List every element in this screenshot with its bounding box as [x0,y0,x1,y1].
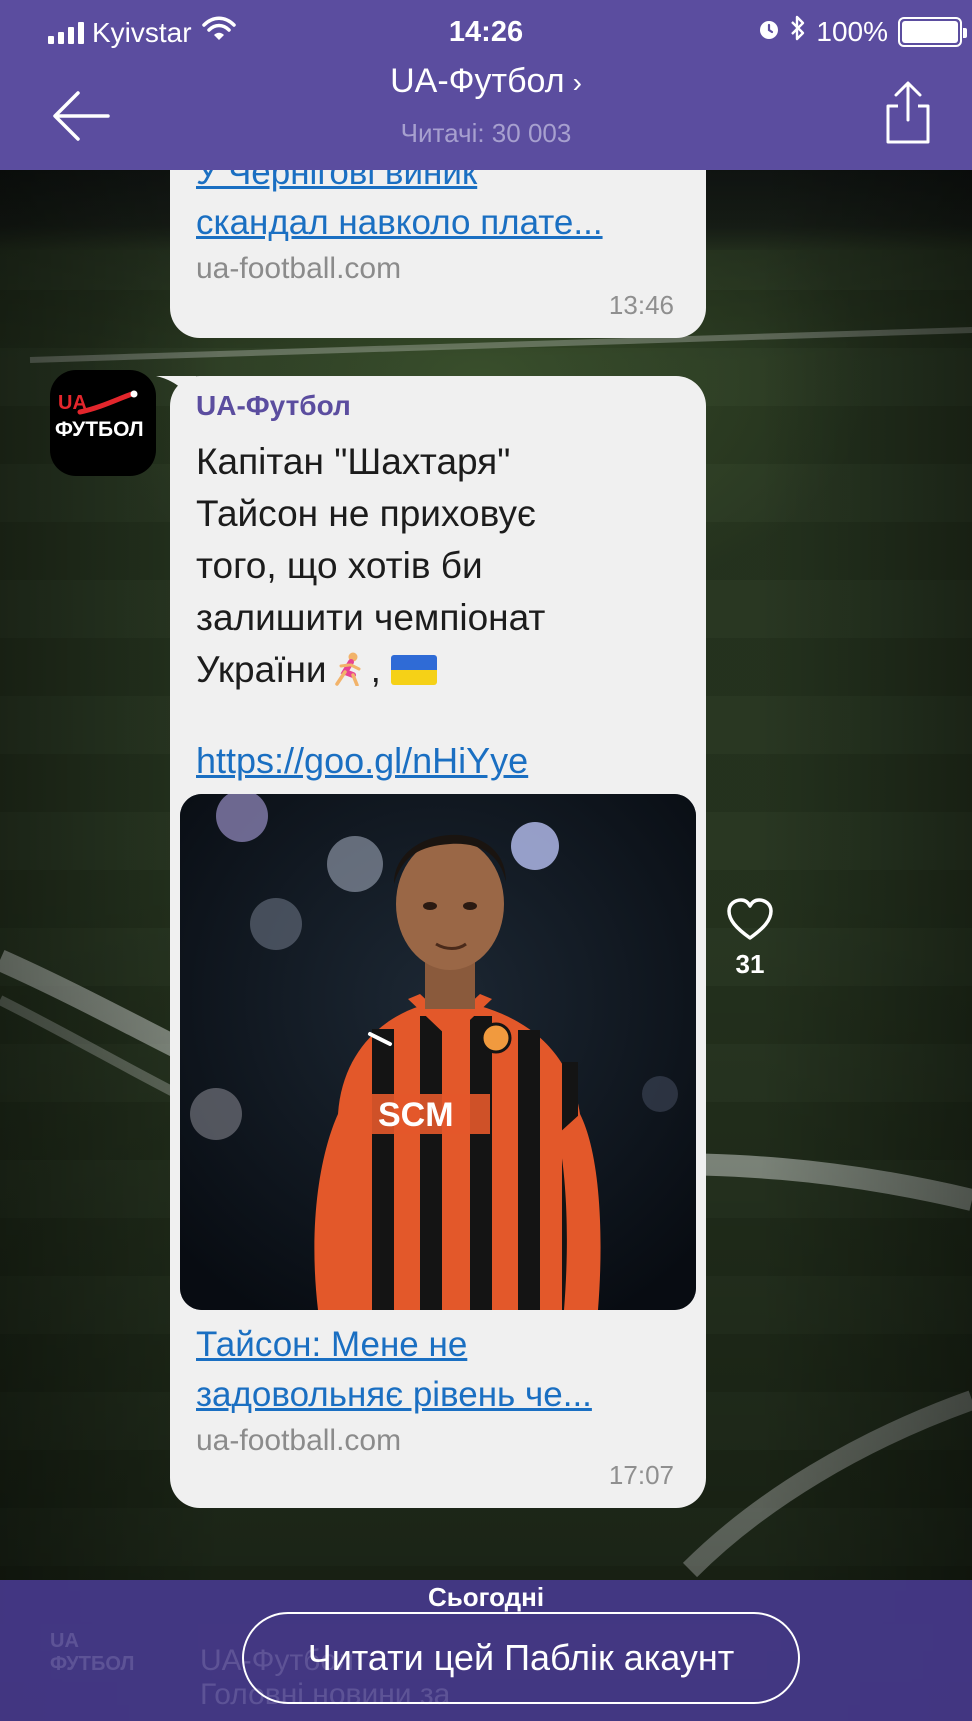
preview-title-line[interactable]: задовольняє рівень че... [196,1370,592,1420]
message-comma: , [370,649,381,690]
message-url[interactable]: https://goo.gl/nHiYye [196,740,528,782]
like-count: 31 [735,949,765,979]
message-line: Капітан "Шахтаря" [196,441,511,482]
message-sender: UA-Футбол [196,390,351,421]
like-button[interactable]: 31 [722,898,778,980]
read-public-account-button[interactable]: Читати цей Паблік акаунт [242,1612,800,1704]
channel-avatar[interactable]: UA ФУТБОЛ [50,370,156,476]
message-time: 13:46 [608,290,674,320]
status-bar: Kyivstar 14:26 100% [0,0,972,62]
message-bubble[interactable]: UA-Футбол Капітан "Шахтаря" Тайсон не при… [170,376,706,1508]
channel-title[interactable]: UA-Футбол › [0,62,972,101]
screen: Kyivstar 14:26 100% UA-Футбол › Читачі: … [0,0,972,1721]
message-line: залишити чемпіонат [196,597,546,638]
ball-swoosh-icon [77,390,138,415]
svg-text:SCM: SCM [378,1096,454,1134]
share-button[interactable] [880,80,936,146]
status-right: 100% [758,14,967,49]
message-line: того, що хотів би [196,545,483,586]
avatar-logo-futbol: ФУТБОЛ [55,418,144,441]
preview-domain: ua-football.com [196,1424,402,1457]
message-line: Тайсон не приховує [196,493,536,534]
message-line: України [196,649,327,690]
preview-image[interactable]: SCM [180,794,696,1310]
chevron-right-icon: › [572,67,582,98]
share-icon [886,81,930,144]
followers-count: Читачі: 30 003 [400,118,572,148]
message-text: Капітан "Шахтаря" Тайсон не приховує того,… [196,436,686,696]
ukraine-flag-emoji-icon [390,655,437,685]
alarm-icon [758,16,780,48]
link-preview[interactable]: Тайсон: Мене не задовольняє рівень че...… [196,1320,592,1462]
battery-percent: 100% [816,15,888,47]
preview-title-line[interactable]: скандал навколо плате... [196,198,603,248]
heart-icon [727,898,773,940]
date-separator: Сьогодні [427,1582,545,1612]
preview-domain: ua-football.com [196,252,402,285]
preview-title-line[interactable]: Тайсон: Мене не [196,1320,592,1370]
channel-name: UA-Футбол [390,62,565,100]
ghost-avatar: UA ФУТБОЛ [50,1630,135,1675]
message-time: 17:07 [608,1460,674,1490]
bluetooth-icon [790,14,806,49]
runner-emoji-icon [334,652,361,686]
player-photo: SCM [180,794,696,1310]
battery-icon [898,16,967,47]
